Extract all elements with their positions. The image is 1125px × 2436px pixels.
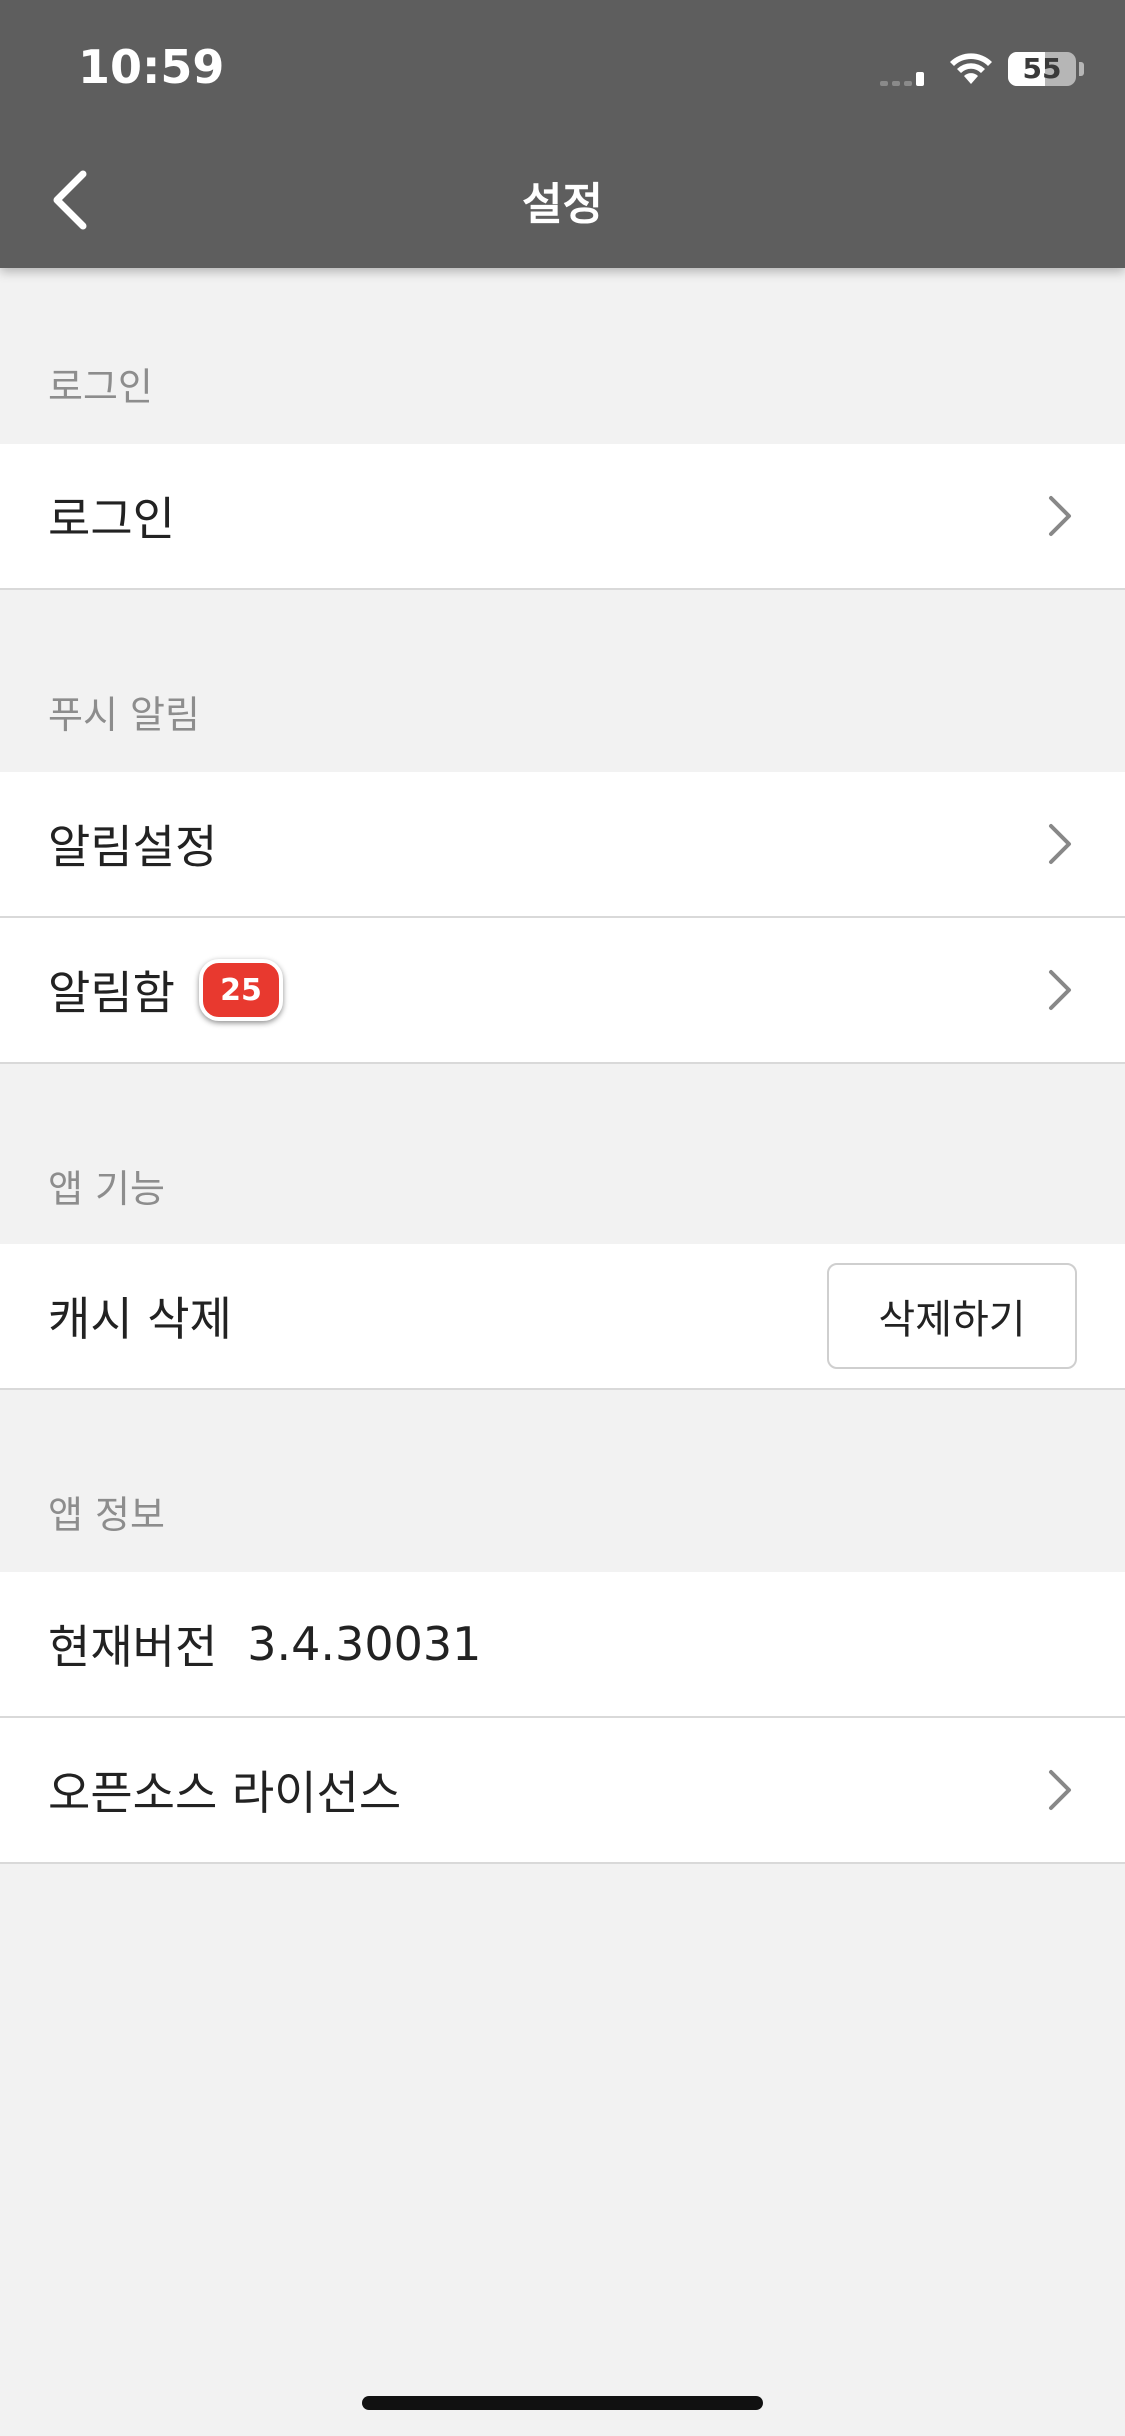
current-version-value: 3.4.30031 <box>247 1617 482 1671</box>
unread-count-badge: 25 <box>198 959 283 1021</box>
section-label-app-info: 앱 정보 <box>48 1493 165 1537</box>
cellular-signal-icon <box>880 72 936 86</box>
chevron-right-icon <box>1049 824 1071 864</box>
notification-inbox-row[interactable]: 알림함 25 <box>0 918 1125 1064</box>
notification-settings-row[interactable]: 알림설정 <box>0 772 1125 918</box>
page-title: 설정 <box>522 179 603 230</box>
battery-nub <box>1079 62 1084 76</box>
wifi-icon <box>950 53 992 84</box>
section-label-login: 로그인 <box>48 365 153 409</box>
battery-icon: 55 <box>1008 52 1076 86</box>
current-version-label: 현재버전 <box>48 1620 218 1674</box>
login-label: 로그인 <box>48 492 175 546</box>
home-indicator <box>362 2396 763 2410</box>
section-label-app-features: 앱 기능 <box>48 1167 165 1211</box>
chevron-right-icon <box>1049 496 1071 536</box>
clear-cache-row: 캐시 삭제 삭제하기 <box>0 1244 1125 1390</box>
battery-level: 55 <box>1022 52 1062 85</box>
notification-inbox-label: 알림함 <box>48 966 175 1020</box>
open-source-licenses-row[interactable]: 오픈소스 라이선스 <box>0 1718 1125 1864</box>
clear-cache-button[interactable]: 삭제하기 <box>827 1263 1077 1369</box>
section-label-push: 푸시 알림 <box>48 693 200 737</box>
status-time: 10:59 <box>78 40 225 94</box>
chevron-right-icon <box>1049 1770 1071 1810</box>
current-version-row: 현재버전 3.4.30031 <box>0 1572 1125 1718</box>
chevron-right-icon <box>1049 970 1071 1010</box>
login-row[interactable]: 로그인 <box>0 444 1125 590</box>
navigation-header: 10:59 55 설정 <box>0 0 1125 268</box>
clear-cache-label: 캐시 삭제 <box>48 1292 232 1346</box>
notification-settings-label: 알림설정 <box>48 820 218 874</box>
open-source-licenses-label: 오픈소스 라이선스 <box>48 1766 402 1820</box>
